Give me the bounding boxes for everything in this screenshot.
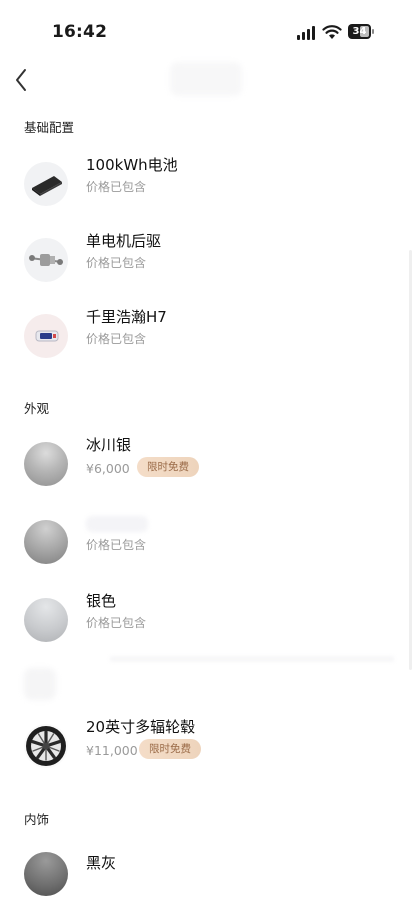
wifi-icon <box>322 25 342 39</box>
battery-pack-icon <box>24 162 68 206</box>
limited-free-badge: 限时免费 <box>137 457 199 477</box>
status-bar: 16:42 34 <box>0 0 414 60</box>
color-swatch <box>24 520 68 564</box>
color-swatch <box>24 442 68 486</box>
interior-item-black-grey[interactable]: 黑灰 <box>0 852 414 900</box>
item-subtitle: 价格已包含 <box>86 332 147 346</box>
item-title: 千里浩瀚H7 <box>86 308 167 326</box>
blurred-placeholder <box>24 668 56 700</box>
section-title-basic: 基础配置 <box>24 120 75 135</box>
exterior-item-color-2[interactable]: 价格已包含 <box>0 516 414 590</box>
battery-icon: 34 <box>348 24 376 39</box>
item-subtitle: 价格已包含 <box>86 616 147 630</box>
color-swatch <box>24 598 68 642</box>
item-title: 20英寸多辐轮毂 <box>86 718 196 736</box>
basic-item-chip[interactable]: 千里浩瀚H7 价格已包含 <box>0 308 414 384</box>
item-title: 单电机后驱 <box>86 232 162 250</box>
section-title-interior: 内饰 <box>24 812 50 827</box>
item-title: 黑灰 <box>86 854 117 872</box>
status-time: 16:42 <box>52 22 108 42</box>
exterior-item-glacier-silver[interactable]: 冰川银 ¥6,000 限时免费 <box>0 436 414 512</box>
motor-drive-icon <box>24 238 68 282</box>
battery-level: 34 <box>352 26 367 37</box>
chip-icon <box>24 314 68 358</box>
section-title-exterior: 外观 <box>24 401 50 416</box>
item-title: 冰川银 <box>86 436 132 454</box>
item-subtitle: 价格已包含 <box>86 538 147 552</box>
color-swatch <box>24 852 68 896</box>
limited-free-badge: 限时免费 <box>139 739 201 759</box>
item-price: ¥11,000 <box>86 743 138 758</box>
divider <box>110 657 394 661</box>
page-title-placeholder <box>170 62 242 96</box>
basic-item-battery[interactable]: 100kWh电池 价格已包含 <box>0 156 414 232</box>
exterior-item-wheel[interactable]: 20英寸多辐轮毂 ¥11,000 限时免费 <box>0 718 414 794</box>
wheel-icon <box>24 724 68 768</box>
item-subtitle: 价格已包含 <box>86 256 147 270</box>
basic-item-motor[interactable]: 单电机后驱 价格已包含 <box>0 232 414 308</box>
scrollbar[interactable] <box>409 250 412 670</box>
back-chevron-icon[interactable] <box>10 66 34 94</box>
item-price: ¥6,000 <box>86 461 130 476</box>
item-title: 100kWh电池 <box>86 156 178 174</box>
item-title-blurred <box>86 516 148 532</box>
item-title: 银色 <box>86 592 117 610</box>
cellular-signal-icon <box>297 26 315 40</box>
item-subtitle: 价格已包含 <box>86 180 147 194</box>
